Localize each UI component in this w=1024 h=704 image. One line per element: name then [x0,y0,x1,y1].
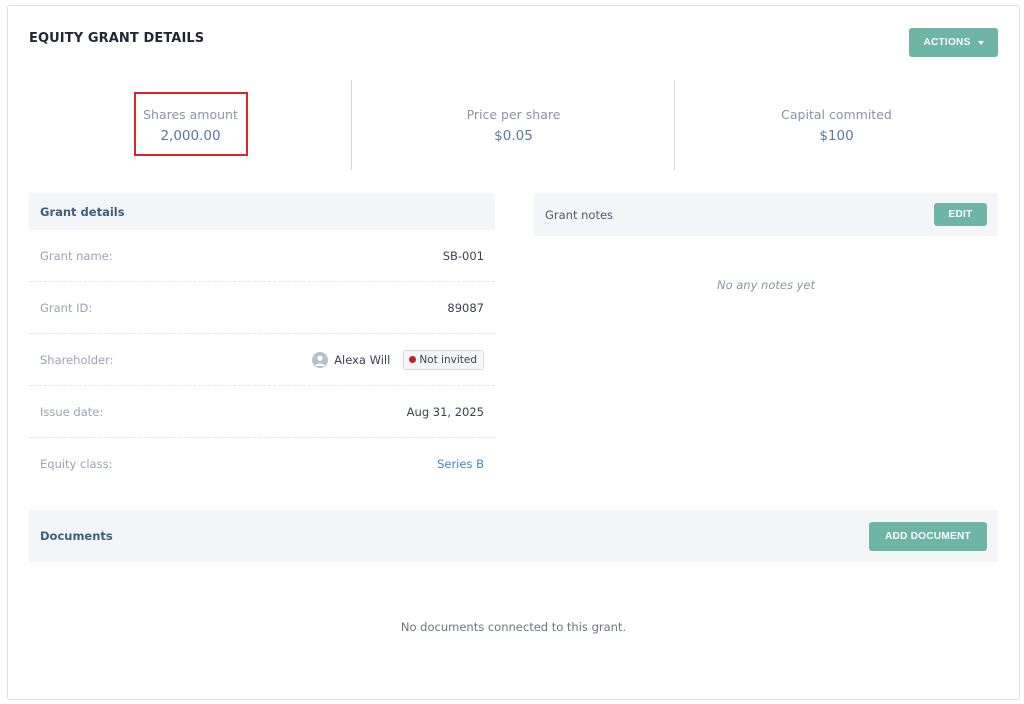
edit-notes-button[interactable]: EDIT [934,203,987,226]
status-badge-label: Not invited [419,353,477,366]
detail-row-grant-name: Grant name: SB-001 [29,230,495,282]
grant-details-title: Grant details [40,204,125,219]
stat-price-per-share: Price per share $0.05 [352,80,675,170]
detail-value: 89087 [447,300,484,315]
caret-down-icon [977,41,984,45]
stat-value: $0.05 [494,128,533,144]
stat-value: $100 [819,128,854,144]
grant-notes-title: Grant notes [545,207,614,222]
detail-label: Grant ID: [40,300,93,315]
stat-label: Shares amount [143,107,238,122]
stat-capital-commited: Capital commited $100 [675,80,998,170]
grant-notes-header: Grant notes EDIT [534,193,998,236]
add-document-button-label: ADD DOCUMENT [885,530,971,542]
grant-details-header: Grant details [29,193,495,230]
equity-class-link[interactable]: Series B [437,457,484,471]
documents-empty-state: No documents connected to this grant. [400,620,627,634]
stat-shares-amount: Shares amount 2,000.00 [29,80,352,170]
page-title: EQUITY GRANT DETAILS [29,31,205,46]
detail-value: SB-001 [442,248,484,263]
stat-label: Capital commited [781,107,892,122]
detail-label: Shareholder: [40,352,114,367]
detail-row-grant-id: Grant ID: 89087 [29,282,495,334]
actions-button[interactable]: ACTIONS [909,28,998,57]
detail-row-equity-class: Equity class: Series B [29,438,495,490]
status-dot-icon [409,356,417,363]
status-badge: Not invited [403,349,484,370]
shareholder-name-link[interactable]: Alexa Will [334,353,390,367]
edit-notes-button-label: EDIT [948,209,973,220]
detail-label: Grant name: [40,248,113,263]
documents-header: Documents ADD DOCUMENT [29,510,998,562]
highlight-box [134,92,248,156]
notes-empty-state: No any notes yet [716,278,816,292]
stats-summary: Shares amount 2,000.00 Price per share $… [29,80,998,170]
detail-row-issue-date: Issue date: Aug 31, 2025 [29,386,495,438]
add-document-button[interactable]: ADD DOCUMENT [869,521,987,551]
documents-title: Documents [40,529,113,543]
stat-value: 2,000.00 [160,128,221,144]
detail-label: Equity class: [40,457,113,471]
user-avatar-icon [312,351,329,368]
actions-button-label: ACTIONS [923,37,971,48]
detail-label: Issue date: [40,404,104,419]
shareholder-value: Alexa Will Not invited [312,349,484,370]
detail-value: Aug 31, 2025 [406,404,484,419]
equity-grant-card: EQUITY GRANT DETAILS ACTIONS Shares amou… [7,5,1020,700]
stat-label: Price per share [466,107,561,122]
detail-row-shareholder: Shareholder: Alexa Will Not invited [29,334,495,386]
